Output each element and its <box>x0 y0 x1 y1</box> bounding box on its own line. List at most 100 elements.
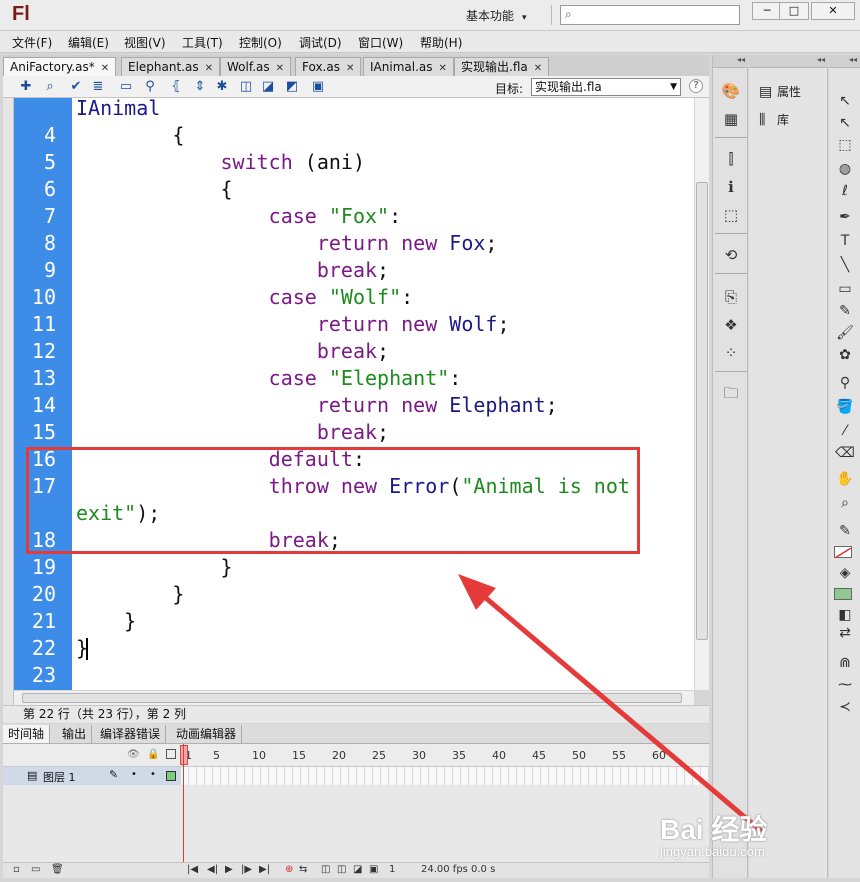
snap-magnet-icon[interactable]: ⋒ <box>835 653 855 673</box>
search-input[interactable]: ⌕ <box>560 5 740 25</box>
align-icon[interactable]: ⫿ <box>721 149 741 169</box>
loop-icon[interactable]: ⇆ <box>299 864 307 875</box>
first-frame-icon[interactable]: |◀ <box>187 864 198 875</box>
close-icon[interactable]: ✕ <box>534 63 542 74</box>
3d-rotation-tool-icon[interactable]: ◍ <box>835 159 855 179</box>
apply-line-comment-icon[interactable]: ◪ <box>259 78 277 96</box>
last-frame-icon[interactable]: ▶| <box>259 864 270 875</box>
pencil-tool-icon[interactable]: ✎ <box>835 301 855 321</box>
close-icon[interactable]: ✕ <box>205 63 213 74</box>
onion-outline-icon[interactable]: ◫ <box>337 864 346 875</box>
properties-tab[interactable]: ▤ 属性 <box>759 83 801 100</box>
edit-frames-icon[interactable]: ◪ <box>353 864 362 875</box>
workspace-switcher[interactable]: 基本功能 ▾ <box>466 7 527 24</box>
panel-collapse-header[interactable]: ◂◂ <box>713 55 748 68</box>
paint-bucket-tool-icon[interactable]: 🪣 <box>835 397 855 417</box>
onion-skin-icon[interactable]: ◫ <box>321 864 330 875</box>
panel-collapse-header[interactable]: ◂◂ <box>749 55 828 68</box>
subselection-tool-icon[interactable]: ↖ <box>835 113 855 133</box>
tab-elephant[interactable]: Elephant.as ✕ <box>121 57 220 76</box>
close-icon[interactable]: ✕ <box>438 63 446 74</box>
smooth-icon[interactable]: ⁓ <box>835 675 855 695</box>
play-icon[interactable]: ▶ <box>225 864 233 875</box>
tab-compiler-errors[interactable]: 编译器错误 <box>95 725 167 743</box>
debug-options-icon[interactable]: ⚲ <box>141 78 159 96</box>
prev-frame-icon[interactable]: ◀| <box>207 864 218 875</box>
tab-wolf[interactable]: Wolf.as ✕ <box>220 57 291 76</box>
stroke-color-swatch[interactable] <box>834 546 852 559</box>
tab-timeline[interactable]: 时间轴 <box>3 725 51 743</box>
close-icon[interactable]: ✕ <box>346 63 354 74</box>
delete-icon[interactable]: 🗑 <box>51 864 64 875</box>
pen-tool-icon[interactable]: ✒ <box>835 207 855 227</box>
new-folder-icon[interactable]: ▭ <box>31 864 40 875</box>
menu-view[interactable]: 视图(V) <box>124 34 166 51</box>
fill-color-swatch[interactable] <box>834 588 852 600</box>
panel-collapse-header[interactable]: ◂◂ <box>829 55 860 68</box>
rectangle-tool-icon[interactable]: ▭ <box>835 279 855 299</box>
zoom-tool-icon[interactable]: ⌕ <box>835 493 855 513</box>
find-icon[interactable]: ⌕ <box>41 78 59 96</box>
code-hint-icon[interactable]: ▭ <box>117 78 135 96</box>
swatches-icon[interactable]: ▦ <box>721 109 741 129</box>
playhead-handle[interactable] <box>180 745 188 765</box>
apply-block-comment-icon[interactable]: ◫ <box>237 78 255 96</box>
info-icon[interactable]: ℹ <box>721 177 741 197</box>
hand-tool-icon[interactable]: ✋ <box>835 469 855 489</box>
check-syntax-icon[interactable]: ✔ <box>67 78 85 96</box>
expand-all-icon[interactable]: ✱ <box>213 78 231 96</box>
modify-markers-icon[interactable]: ▣ <box>369 864 378 875</box>
collapse-selection-icon[interactable]: ⇕ <box>191 78 209 96</box>
visibility-dot[interactable]: • <box>131 769 137 780</box>
lasso-tool-icon[interactable]: ℓ <box>835 181 855 201</box>
collapse-between-icon[interactable]: ⦃ <box>167 78 185 96</box>
eyedropper-tool-icon[interactable]: ⁄ <box>835 421 855 441</box>
close-icon[interactable]: ✕ <box>276 63 284 74</box>
bone-tool-icon[interactable]: ⚲ <box>835 373 855 393</box>
layer-name[interactable]: 图层 1 <box>43 769 76 785</box>
new-layer-icon[interactable]: ▫ <box>13 864 20 875</box>
menu-edit[interactable]: 编辑(E) <box>68 34 109 51</box>
text-tool-icon[interactable]: T <box>835 231 855 251</box>
actions-icon[interactable]: ⎘ <box>721 287 741 307</box>
free-transform-tool-icon[interactable]: ⬚ <box>835 135 855 155</box>
menu-tools[interactable]: 工具(T) <box>182 34 223 51</box>
minimize-button[interactable]: ─ <box>752 2 782 20</box>
brush-tool-icon[interactable]: 🖌 <box>835 323 855 343</box>
menu-file[interactable]: 文件(F) <box>12 34 52 51</box>
project-icon[interactable]: 🗀 <box>721 383 741 403</box>
close-button[interactable]: ✕ <box>811 2 855 20</box>
deco-tool-icon[interactable]: ✿ <box>835 345 855 365</box>
straighten-icon[interactable]: ≺ <box>835 697 855 717</box>
line-tool-icon[interactable]: ╲ <box>835 255 855 275</box>
menu-debug[interactable]: 调试(D) <box>299 34 342 51</box>
motion-presets-icon[interactable]: ⁘ <box>721 343 741 363</box>
maximize-button[interactable]: □ <box>779 2 809 20</box>
menu-window[interactable]: 窗口(W) <box>358 34 403 51</box>
layer-row[interactable]: ▤ 图层 1 ✎ • • <box>3 767 181 785</box>
auto-format-icon[interactable]: ≣ <box>89 78 107 96</box>
target-select[interactable]: 实现输出.fla ▼ <box>531 78 681 96</box>
tab-motion-editor[interactable]: 动画编辑器 <box>171 725 243 743</box>
tab-fox[interactable]: Fox.as ✕ <box>295 57 362 76</box>
library-tab[interactable]: ⫼ 库 <box>759 111 789 128</box>
components-icon[interactable]: ❖ <box>721 315 741 335</box>
tab-output[interactable]: 输出 <box>57 725 93 743</box>
collapse-strip[interactable] <box>3 98 14 705</box>
transform-icon[interactable]: ⬚ <box>721 205 741 225</box>
help-icon[interactable]: ? <box>689 79 703 93</box>
frame-rate[interactable]: 24.00 fps <box>421 864 468 875</box>
swap-colors-icon[interactable]: ⇄ <box>835 623 855 643</box>
black-white-icon[interactable]: ◧ <box>835 605 855 625</box>
tab-anifactory[interactable]: AniFactory.as* ✕ <box>3 57 117 76</box>
close-icon[interactable]: ✕ <box>101 63 109 74</box>
next-frame-icon[interactable]: |▶ <box>241 864 252 875</box>
remove-comment-icon[interactable]: ◩ <box>283 78 301 96</box>
center-frame-icon[interactable]: ⊕ <box>285 864 293 875</box>
add-script-icon[interactable]: ✚ <box>17 78 35 96</box>
eye-icon[interactable]: 👁 <box>127 749 140 760</box>
show-toolbox-icon[interactable]: ▣ <box>309 78 327 96</box>
outline-color-swatch[interactable] <box>166 771 176 781</box>
lock-dot[interactable]: • <box>150 769 156 780</box>
menu-control[interactable]: 控制(O) <box>239 34 282 51</box>
